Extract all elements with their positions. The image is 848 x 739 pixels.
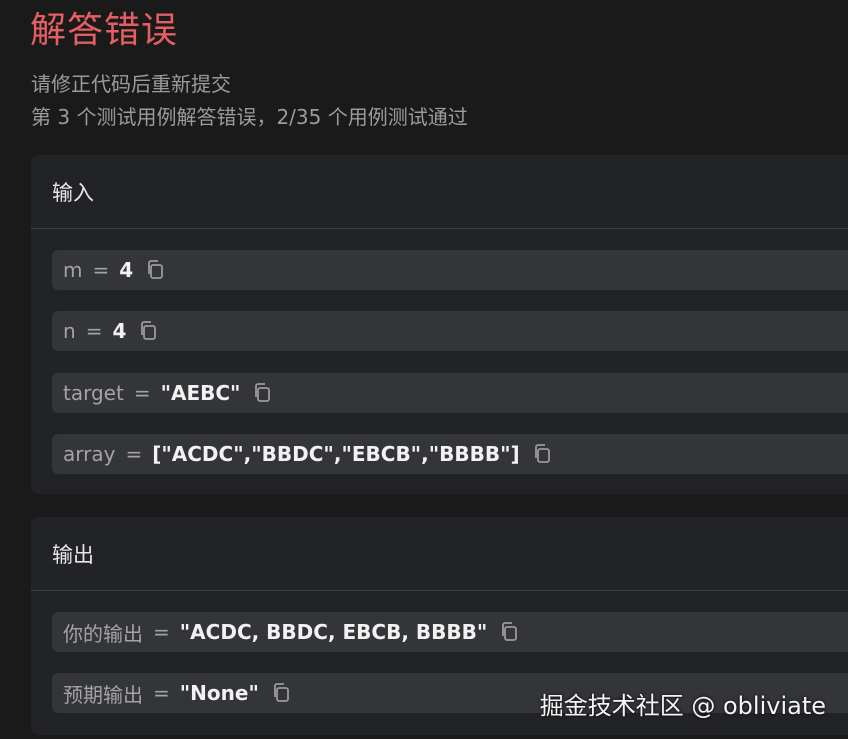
param-value: "None" — [179, 681, 259, 705]
copy-icon[interactable] — [532, 443, 554, 465]
input-row-n: n = 4 — [52, 311, 848, 351]
param-name: n — [63, 319, 76, 343]
copy-icon[interactable] — [145, 259, 167, 281]
input-row-m: m = 4 — [52, 250, 848, 290]
param-name: 你的输出 — [63, 621, 143, 646]
result-hint: 请修正代码后重新提交 — [31, 72, 231, 96]
result-summary: 第 3 个测试用例解答错误，2/35 个用例测试通过 — [31, 105, 468, 129]
param-name: array — [63, 442, 116, 466]
input-panel: 输入 m = 4 n = 4 target = "AEBC" array = [… — [31, 155, 848, 494]
param-value: ["ACDC","BBDC","EBCB","BBBB"] — [152, 442, 520, 466]
equals-sign: = — [153, 620, 170, 644]
input-row-array: array = ["ACDC","BBDC","EBCB","BBBB"] — [52, 434, 848, 474]
equals-sign: = — [133, 381, 151, 405]
input-panel-header: 输入 — [31, 155, 848, 229]
copy-icon[interactable] — [138, 320, 160, 342]
output-panel-header: 输出 — [31, 517, 848, 591]
input-row-target: target = "AEBC" — [52, 373, 848, 413]
param-name: m — [63, 258, 83, 282]
watermark: 掘金技术社区 @ obliviate — [539, 692, 826, 720]
result-title: 解答错误 — [30, 10, 179, 51]
param-name: 预期输出 — [63, 682, 143, 707]
equals-sign: = — [85, 319, 103, 343]
equals-sign: = — [153, 681, 170, 705]
copy-icon[interactable] — [499, 621, 521, 643]
param-value: 4 — [119, 258, 134, 282]
param-value: "AEBC" — [160, 381, 241, 405]
param-value: "ACDC, BBDC, EBCB, BBBB" — [179, 620, 488, 644]
param-name: target — [63, 381, 124, 405]
copy-icon[interactable] — [271, 682, 293, 704]
equals-sign: = — [92, 258, 110, 282]
equals-sign: = — [125, 442, 143, 466]
submission-result-page: 解答错误 请修正代码后重新提交 第 3 个测试用例解答错误，2/35 个用例测试… — [0, 0, 848, 739]
param-value: 4 — [112, 319, 127, 343]
output-row-actual: 你的输出 = "ACDC, BBDC, EBCB, BBBB" — [52, 612, 848, 652]
copy-icon[interactable] — [252, 382, 274, 404]
